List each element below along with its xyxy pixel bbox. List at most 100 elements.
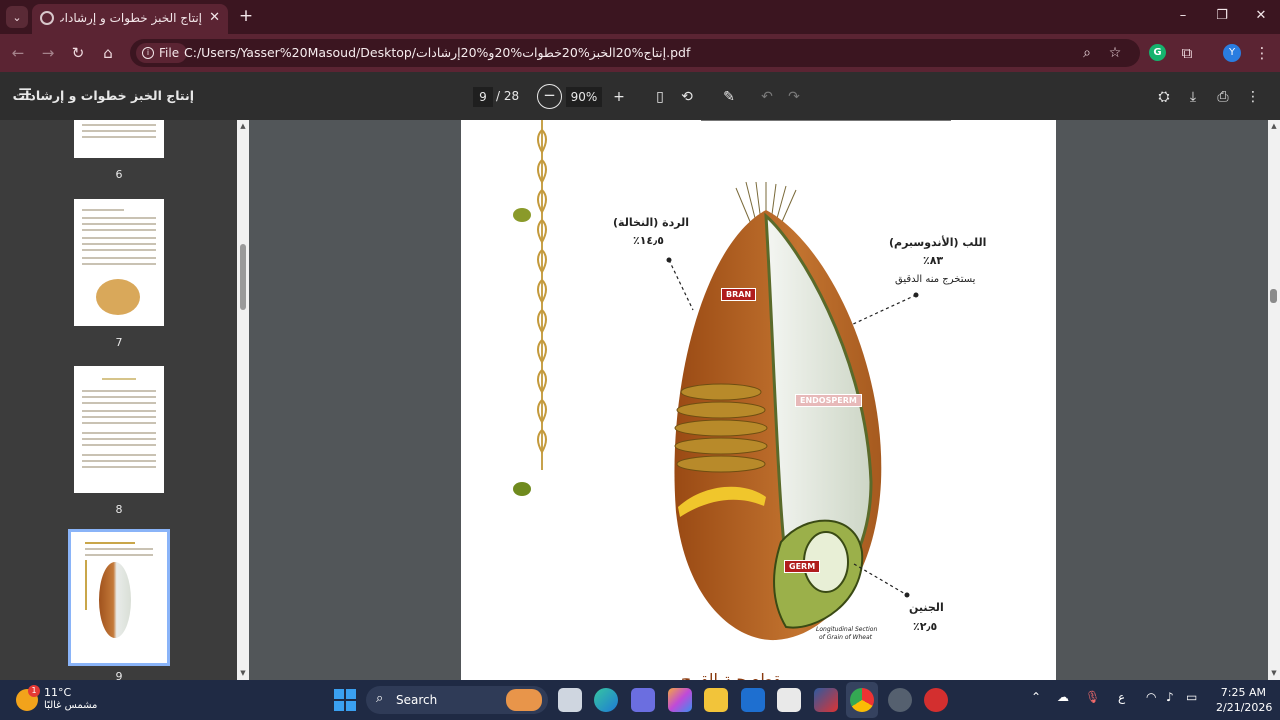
forward-arrow-icon[interactable]: → bbox=[38, 43, 58, 63]
grammarly-extension-icon[interactable]: G bbox=[1149, 44, 1166, 61]
maximize-button[interactable]: ❐ bbox=[1207, 6, 1237, 26]
browser-menu-icon[interactable]: ⋮ bbox=[1252, 43, 1272, 63]
germ-tag: GERM bbox=[784, 560, 821, 573]
more-options-icon[interactable]: ⋮ bbox=[1243, 87, 1263, 107]
sidebar-scrollbar[interactable]: ▲ ▼ bbox=[237, 120, 249, 680]
minimize-button[interactable]: – bbox=[1168, 6, 1198, 26]
profile-avatar[interactable]: Y bbox=[1223, 44, 1241, 62]
thumbnail-sidebar: 6 7 8 9 bbox=[0, 120, 237, 680]
fit-page-icon[interactable]: ▯ bbox=[650, 87, 670, 107]
scroll-up-arrow-icon[interactable]: ▲ bbox=[1270, 122, 1278, 130]
address-bar[interactable]: i File C:/Users/Yasser%20Masoud/Desktop/… bbox=[130, 39, 1140, 67]
taskbar-search[interactable]: ⌕ Search bbox=[366, 686, 548, 714]
page-total: / 28 bbox=[496, 89, 520, 103]
copilot-icon[interactable] bbox=[668, 688, 692, 712]
document-scrollbar[interactable]: ▲ ▼ bbox=[1268, 120, 1280, 680]
thumbnail-page-8[interactable] bbox=[74, 366, 164, 493]
print-icon[interactable]: ⎙ bbox=[1213, 87, 1233, 107]
date: 2/21/2026 bbox=[1216, 701, 1273, 714]
weather-condition[interactable]: مشمس غالبًا bbox=[44, 700, 97, 711]
app-icon[interactable] bbox=[814, 688, 838, 712]
volume-icon[interactable]: ♪ bbox=[1166, 690, 1174, 704]
input-language[interactable]: ع bbox=[1118, 690, 1125, 704]
battery-icon[interactable]: ▭ bbox=[1186, 690, 1197, 704]
wheat-grain-image bbox=[99, 562, 131, 638]
undo-icon[interactable]: ↶ bbox=[757, 87, 777, 107]
search-highlight-image bbox=[506, 689, 542, 711]
endosperm-percent: ٨٣٪ bbox=[923, 254, 944, 267]
thumbnail-number: 7 bbox=[115, 336, 123, 349]
tab-search-button[interactable]: ⌄ bbox=[6, 6, 28, 28]
document-scroll-thumb[interactable] bbox=[1270, 289, 1277, 303]
scroll-down-arrow-icon[interactable]: ▼ bbox=[1270, 669, 1278, 677]
redo-icon[interactable]: ↷ bbox=[784, 87, 804, 107]
new-tab-button[interactable]: + bbox=[236, 6, 256, 26]
endosperm-note: يستخرج منه الدقيق bbox=[895, 274, 976, 285]
clock[interactable]: 7:25 AM 2/21/2026 bbox=[1216, 685, 1273, 715]
thumbnail-page-9[interactable] bbox=[68, 529, 170, 666]
search-label: Search bbox=[396, 693, 438, 707]
chrome-icon[interactable] bbox=[850, 688, 874, 712]
reload-icon[interactable]: ↻ bbox=[68, 43, 88, 63]
pdf-toolbar: ☰ إنتاج الخبز خطوات و إرشادات 9 / 28 − 9… bbox=[0, 72, 1280, 120]
bookmark-star-icon[interactable]: ☆ bbox=[1106, 44, 1124, 62]
app-notification-icon[interactable] bbox=[888, 688, 912, 712]
save-to-drive-icon[interactable]: ⛭ bbox=[1154, 87, 1174, 107]
zoom-search-icon[interactable]: ⌕ bbox=[1078, 44, 1096, 62]
edge-browser-icon[interactable] bbox=[594, 688, 618, 712]
task-view-icon[interactable] bbox=[558, 688, 582, 712]
thumbnail-number: 8 bbox=[115, 503, 123, 516]
pdf-title: إنتاج الخبز خطوات و إرشادات bbox=[12, 88, 194, 103]
thumbnail-page-7[interactable] bbox=[74, 199, 164, 326]
document-viewport[interactable]: الردة (النخالة) ١٤٫٥٪ اللب (الأندوسبرم) … bbox=[249, 120, 1268, 680]
zoom-input[interactable]: 90% bbox=[566, 87, 602, 107]
recorder-icon[interactable] bbox=[924, 688, 948, 712]
site-chip-label: File bbox=[159, 46, 180, 60]
germ-label: الجنين bbox=[909, 601, 944, 614]
back-arrow-icon[interactable]: ← bbox=[8, 43, 28, 63]
home-icon[interactable]: ⌂ bbox=[98, 43, 118, 63]
section-heading: مقطع حبة القمح bbox=[681, 670, 790, 680]
windows-start-icon[interactable] bbox=[334, 689, 356, 711]
bran-tag: BRAN bbox=[721, 288, 757, 301]
tray-overflow-icon[interactable]: ⌃ bbox=[1031, 690, 1041, 704]
extensions-puzzle-icon[interactable]: ⧉ bbox=[1177, 43, 1197, 63]
tab-title: إنتاج الخبز خطوات و إرشادات bbox=[60, 11, 202, 25]
search-icon: ⌕ bbox=[376, 691, 384, 706]
rotate-icon[interactable]: ⟲ bbox=[677, 87, 697, 107]
bran-percent: ١٤٫٥٪ bbox=[633, 234, 664, 247]
browser-toolbar: ← → ↻ ⌂ i File C:/Users/Yasser%20Masoud/… bbox=[0, 34, 1280, 72]
tab-strip: ⌄ إنتاج الخبز خطوات و إرشادات ✕ + – ❐ ✕ bbox=[0, 0, 1280, 34]
sidebar-scroll-thumb[interactable] bbox=[240, 244, 246, 310]
wifi-icon[interactable]: ◠ bbox=[1146, 690, 1156, 704]
file-explorer-icon[interactable] bbox=[704, 688, 728, 712]
url-text[interactable]: C:/Users/Yasser%20Masoud/Desktop/إنتاج%2… bbox=[184, 45, 690, 60]
azure-app-icon[interactable] bbox=[741, 688, 765, 712]
bread-basket-image bbox=[96, 279, 140, 315]
caption-line-1: Longitudinal Section bbox=[816, 626, 878, 633]
weather-badge: 1 bbox=[28, 685, 40, 697]
close-window-button[interactable]: ✕ bbox=[1246, 6, 1276, 26]
download-icon[interactable]: ⤓ bbox=[1183, 87, 1203, 107]
teams-icon[interactable] bbox=[631, 688, 655, 712]
zoom-in-button[interactable]: + bbox=[609, 87, 629, 107]
onedrive-cloud-icon[interactable]: ☁ bbox=[1057, 690, 1069, 704]
germ-percent: ٢٫٥٪ bbox=[913, 620, 938, 633]
close-tab-icon[interactable]: ✕ bbox=[209, 10, 220, 25]
page-number-input[interactable]: 9 bbox=[473, 87, 493, 107]
windows-taskbar: 1 11°C مشمس غالبًا ⌕ Search ⌃ ☁ 🎙 ع ◠ ♪ … bbox=[0, 680, 1280, 720]
temperature[interactable]: 11°C bbox=[44, 686, 71, 699]
globe-icon bbox=[40, 11, 54, 25]
scroll-down-arrow-icon[interactable]: ▼ bbox=[239, 669, 247, 677]
store-icon[interactable] bbox=[777, 688, 801, 712]
draw-annotate-icon[interactable]: ✎ bbox=[719, 87, 739, 107]
active-tab[interactable]: إنتاج الخبز خطوات و إرشادات ✕ bbox=[32, 4, 228, 34]
site-info-chip[interactable]: i File bbox=[136, 43, 188, 63]
zoom-out-button[interactable]: − bbox=[537, 84, 562, 109]
endosperm-label: اللب (الأندوسبرم) bbox=[889, 236, 987, 249]
scroll-up-arrow-icon[interactable]: ▲ bbox=[239, 122, 247, 130]
microphone-icon[interactable]: 🎙 bbox=[1085, 690, 1100, 704]
thumbnail-number: 9 bbox=[115, 670, 123, 680]
thumbnail-page-6[interactable] bbox=[74, 120, 164, 158]
time: 7:25 AM bbox=[1220, 686, 1266, 699]
